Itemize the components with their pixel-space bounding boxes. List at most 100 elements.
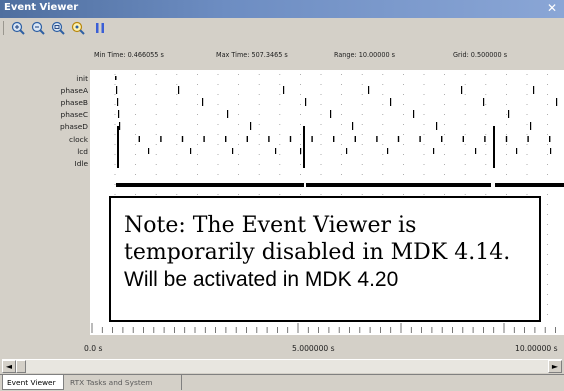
- event-mark: [462, 136, 464, 142]
- event-mark: [117, 98, 119, 106]
- event-mark: [550, 148, 552, 154]
- signal-label-phasec: phaseC: [60, 110, 88, 119]
- title-bar: Event Viewer ✕: [0, 0, 564, 18]
- event-mark: [117, 126, 119, 168]
- signal-names-column: init phaseA phaseB phaseC phaseD clock l…: [0, 70, 88, 340]
- event-mark: [232, 148, 234, 154]
- event-mark: [387, 148, 389, 154]
- note-box: Note: The Event Viewer is temporarily di…: [109, 196, 541, 322]
- event-mark: [190, 148, 192, 154]
- axis-end-label: 10.00000 s: [515, 344, 558, 353]
- toolbar: [0, 18, 564, 38]
- window-title: Event Viewer: [4, 2, 79, 13]
- note-line-1: Note: The Event Viewer is: [124, 213, 417, 238]
- scroll-right-arrow[interactable]: ►: [548, 360, 562, 373]
- pause-icon[interactable]: [92, 20, 108, 36]
- axis-mid-label: 5.000000 s: [292, 344, 335, 353]
- event-mark: [436, 122, 438, 130]
- event-mark: [556, 98, 558, 106]
- signal-label-lcd: lcd: [77, 147, 88, 156]
- event-mark: [475, 148, 477, 154]
- signal-label-init: init: [76, 74, 88, 83]
- tab-bar: Event Viewer RTX Tasks and System: [0, 374, 564, 391]
- event-mark: [419, 136, 421, 142]
- event-mark: [246, 136, 248, 142]
- event-mark: [346, 148, 348, 154]
- event-mark: [148, 148, 150, 154]
- signal-label-phased: phaseD: [60, 122, 88, 131]
- event-mark: [433, 148, 435, 154]
- event-mark: [508, 110, 510, 118]
- time-axis: 0.0 s 5.000000 s 10.00000 s: [0, 335, 564, 359]
- toolbar-separator: [3, 21, 4, 35]
- idle-bar: [306, 183, 491, 187]
- event-mark: [530, 122, 532, 130]
- event-mark: [202, 98, 204, 106]
- event-mark: [376, 136, 378, 142]
- horizontal-scrollbar[interactable]: ◄ ►: [2, 359, 562, 373]
- grid-label: Grid: 0.500000 s: [453, 50, 508, 59]
- event-mark: [268, 136, 270, 142]
- event-mark: [397, 136, 400, 142]
- event-mark: [352, 122, 354, 130]
- axis-start-label: 0.0 s: [84, 344, 103, 353]
- event-mark: [178, 86, 180, 94]
- event-mark: [303, 126, 305, 168]
- scroll-thumb[interactable]: [16, 360, 26, 373]
- event-mark: [300, 148, 302, 154]
- event-mark: [227, 110, 229, 118]
- range-label: Range: 10.00000 s: [334, 50, 395, 59]
- event-mark: [333, 136, 335, 142]
- event-mark: [413, 110, 415, 118]
- tab-rtx-tasks[interactable]: RTX Tasks and System: [66, 375, 182, 390]
- zoom-out-icon[interactable]: [30, 20, 46, 36]
- event-mark: [289, 136, 292, 142]
- event-mark: [527, 136, 529, 142]
- signal-label-phasea: phaseA: [60, 86, 88, 95]
- tab-event-viewer[interactable]: Event Viewer: [2, 375, 64, 390]
- event-mark: [138, 136, 140, 142]
- min-time-label: Min Time: 0.466055 s: [94, 50, 164, 59]
- time-info-header: Min Time: 0.466055 s Max Time: 507.3465 …: [0, 38, 564, 59]
- event-mark: [283, 86, 285, 94]
- event-mark: [483, 98, 485, 106]
- zoom-all-icon[interactable]: [50, 20, 66, 36]
- event-mark: [311, 136, 313, 142]
- event-mark: [493, 126, 495, 168]
- event-mark: [549, 136, 551, 142]
- event-mark: [119, 122, 121, 130]
- note-line-2: temporarily disabled in MDK 4.14.: [124, 240, 511, 265]
- event-mark: [461, 86, 463, 94]
- idle-bar: [495, 183, 564, 187]
- event-mark: [516, 148, 518, 154]
- event-mark: [484, 136, 486, 142]
- event-mark: [305, 98, 307, 106]
- close-icon[interactable]: ✕: [545, 1, 559, 15]
- event-mark: [275, 148, 277, 154]
- zoom-in-icon[interactable]: [10, 20, 26, 36]
- event-mark: [115, 76, 117, 80]
- zoom-find-icon[interactable]: [70, 20, 86, 36]
- max-time-label: Max Time: 507.3465 s: [216, 50, 288, 59]
- idle-bar: [116, 183, 304, 187]
- signal-label-phaseb: phaseB: [60, 98, 88, 107]
- event-mark: [390, 98, 392, 106]
- event-mark: [203, 136, 205, 142]
- event-mark: [505, 136, 508, 142]
- signal-label-idle: Idle: [74, 159, 88, 168]
- event-mark: [354, 136, 356, 142]
- event-mark: [181, 136, 184, 142]
- event-mark: [368, 86, 370, 94]
- note-line-3: Will be activated in MDK 4.20: [124, 268, 399, 291]
- event-mark: [116, 86, 118, 94]
- event-mark: [225, 136, 227, 142]
- event-mark: [160, 136, 162, 142]
- event-viewer-window: Event Viewer ✕ Min Time: 0.466055 s Max …: [0, 0, 564, 391]
- event-mark: [533, 86, 535, 94]
- scroll-left-arrow[interactable]: ◄: [2, 360, 16, 373]
- event-mark: [330, 110, 332, 118]
- event-mark: [441, 136, 443, 142]
- event-mark: [118, 110, 120, 118]
- event-mark: [250, 122, 252, 130]
- signal-label-clock: clock: [69, 135, 88, 144]
